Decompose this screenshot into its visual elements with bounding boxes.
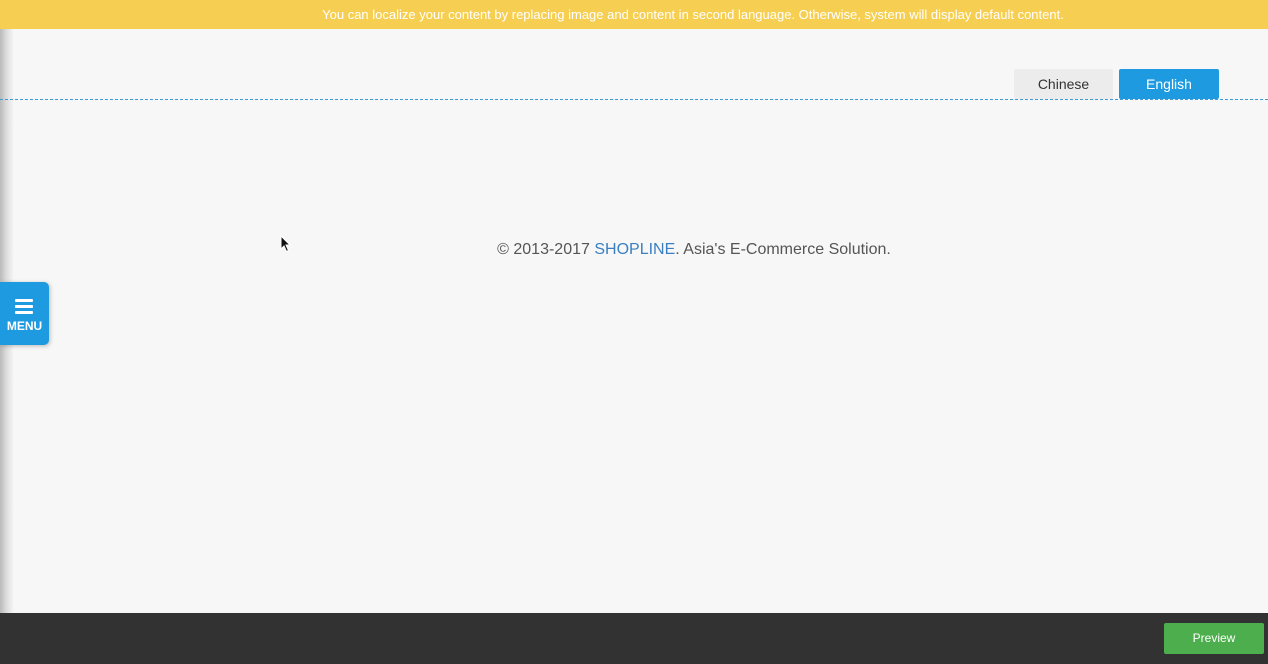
side-menu-button[interactable]: MENU [0, 282, 49, 345]
localization-notice-bar: You can localize your content by replaci… [0, 0, 1268, 29]
preview-button[interactable]: Preview [1164, 623, 1264, 654]
menu-label: MENU [6, 319, 43, 333]
language-switcher: Chinese English [1014, 69, 1219, 99]
notice-text: You can localize your content by replaci… [322, 7, 1064, 22]
copyright-suffix: . Asia's E-Commerce Solution. [675, 241, 891, 258]
bottom-toolbar: Preview [0, 613, 1268, 664]
footer-copyright: © 2013-2017 SHOPLINE. Asia's E-Commerce … [0, 241, 1268, 259]
editor-page: You can localize your content by replaci… [0, 0, 1268, 664]
hamburger-menu-icon [15, 299, 33, 314]
copyright-prefix: © 2013-2017 [497, 241, 595, 258]
brand-link[interactable]: SHOPLINE [594, 241, 675, 258]
mouse-pointer-icon [280, 235, 292, 253]
language-tab-chinese[interactable]: Chinese [1014, 69, 1113, 99]
section-divider [0, 99, 1268, 100]
language-tab-english[interactable]: English [1119, 69, 1219, 99]
